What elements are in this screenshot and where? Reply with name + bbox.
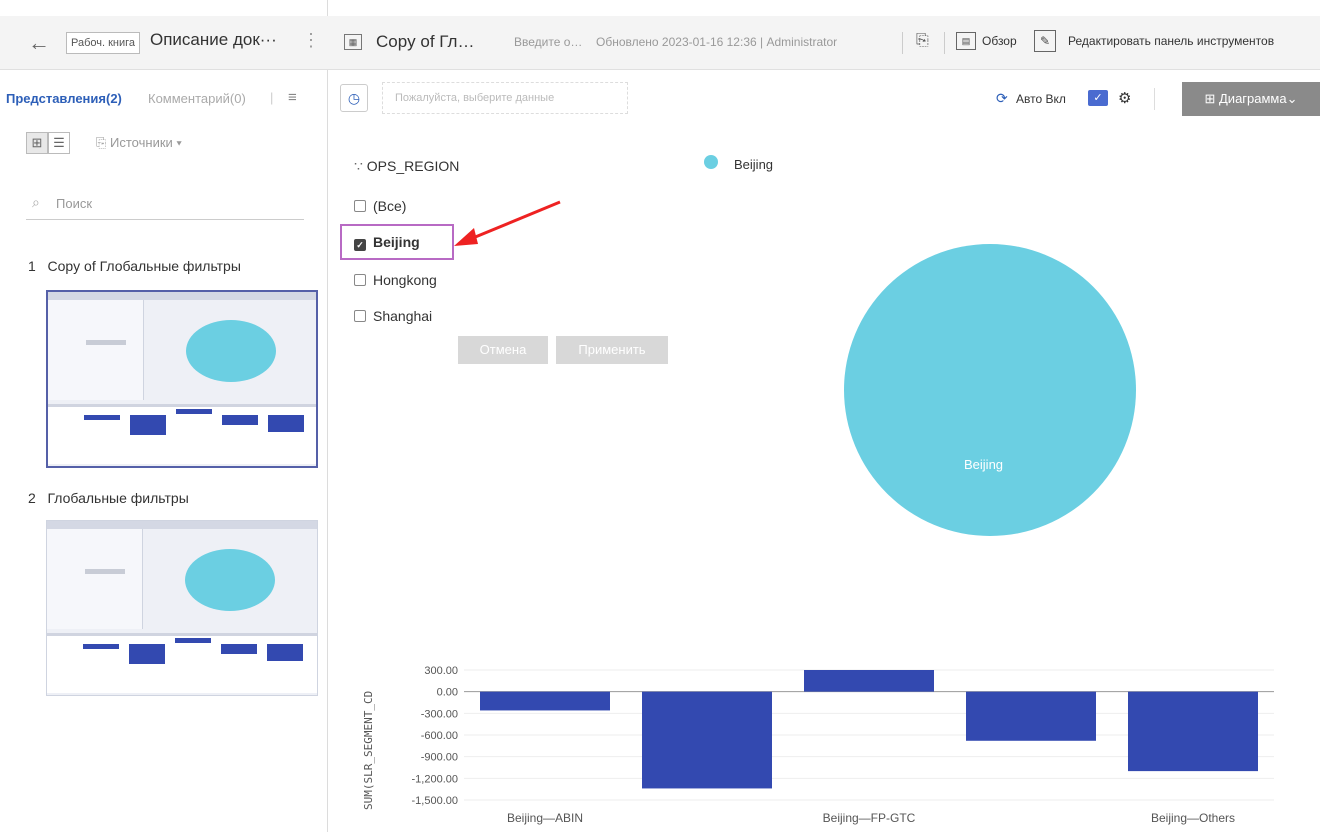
data-select[interactable]: Пожалуйста, выберите данные (382, 82, 628, 114)
filter-option-label: Shanghai (373, 308, 433, 324)
sources-icon: ⎘ (96, 135, 111, 150)
tab-views[interactable]: Представления(2) (6, 91, 122, 106)
datasource-icon[interactable]: ⎘ (916, 32, 929, 50)
filter-icon: ∵ (354, 158, 367, 174)
overview-icon[interactable]: ▤ (956, 32, 976, 50)
refresh-icon[interactable]: ⟳ (996, 90, 1008, 107)
grid-view-icon[interactable]: ⊞ (26, 132, 48, 154)
chart-button[interactable]: ⊞ Диаграмма⌄ (1182, 82, 1320, 116)
y-tick-label: 300.00 (424, 665, 458, 677)
collapse-menu-icon[interactable]: ≡ (288, 89, 297, 106)
red-arrow-annotation (454, 200, 561, 246)
filter-field-name: OPS_REGION (366, 158, 460, 174)
workbook-title[interactable]: Описание док··· (150, 30, 277, 50)
bar (966, 691, 1096, 741)
view-index: 1 (28, 258, 36, 274)
legend-swatch (704, 155, 718, 169)
pie-slice-label: Beijing (964, 457, 1004, 472)
search-input[interactable] (56, 192, 296, 214)
back-arrow-icon[interactable]: ← (28, 30, 50, 56)
auto-toggle[interactable]: ✓ (1088, 90, 1108, 106)
list-view-icon[interactable]: ☰ (48, 132, 70, 154)
view-title: Глобальные фильтры (47, 490, 189, 506)
bar (642, 691, 772, 789)
left-tabs: Представления(2) Комментарий(0) | ≡ (0, 88, 328, 112)
chart-button-label: Диаграмма (1219, 91, 1287, 106)
x-tick-label: Beijing—Others (1151, 811, 1235, 825)
edit-icon[interactable]: ✎ (1034, 30, 1056, 52)
view-index: 2 (28, 490, 36, 506)
gear-icon[interactable]: ⚙ (1118, 89, 1131, 107)
overview-button[interactable]: Обзор (982, 34, 1017, 48)
document-header: ▦ Copy of Гл… Введите о… Обновлено 2023-… (328, 16, 1320, 70)
bar (480, 691, 610, 711)
chart-add-icon: ⊞ (1204, 91, 1219, 106)
filter-option-all[interactable]: (Все) (354, 198, 406, 214)
pie-slice-beijing[interactable] (844, 244, 1136, 536)
x-tick-label: Beijing—FP-GTC (823, 811, 916, 825)
y-axis-label: SUM(SLR_SEGMENT_CD (362, 691, 375, 810)
filter-bar: ◷ Пожалуйста, выберите данные ⟳ Авто Вкл… (328, 78, 1320, 120)
workbook-header: ← Рабоч. книга Описание док··· ⋮ (0, 16, 328, 70)
more-icon[interactable]: ⋮ (302, 30, 320, 51)
y-tick-label: -900.00 (421, 752, 458, 764)
tab-comments[interactable]: Комментарий(0) (148, 91, 246, 106)
view-item-1[interactable]: 1 Copy of Глобальные фильтры (28, 258, 241, 274)
checkbox[interactable] (354, 274, 366, 286)
bar (1128, 691, 1258, 772)
app-window: ← Рабоч. книга Описание док··· ⋮ Предста… (0, 0, 1330, 832)
bar (804, 670, 934, 692)
checkbox[interactable] (354, 200, 366, 212)
y-tick-label: -600.00 (421, 730, 458, 742)
description-field[interactable]: Введите о… (514, 35, 582, 49)
highlight-box (340, 224, 454, 260)
search-box: ⌕ (26, 186, 304, 220)
sources-dropdown[interactable]: ⎘ Источники ▾ (96, 135, 182, 151)
clock-icon[interactable]: ◷ (340, 84, 368, 112)
auto-label: Авто Вкл (1016, 92, 1066, 106)
filterbar-divider (1154, 88, 1155, 110)
bar-chart: SUM(SLR_SEGMENT_CD 300.00 0.00 -300.00 -600.… (362, 665, 1274, 825)
dashboard-icon: ▦ (344, 34, 362, 50)
y-tick-label: -1,500.00 (412, 795, 458, 807)
y-tick-label: -300.00 (421, 708, 458, 720)
apply-button[interactable]: Применить (556, 336, 668, 364)
filter-field-label: ∵ OPS_REGION (354, 158, 459, 175)
edit-toolbar-button[interactable]: Редактировать панель инструментов (1068, 34, 1274, 48)
checkbox[interactable] (354, 310, 366, 322)
chevron-down-icon: ⌄ (1286, 91, 1298, 106)
tab-divider: | (270, 90, 274, 105)
filter-option-label: Hongkong (373, 272, 437, 288)
legend-label: Beijing (734, 157, 774, 172)
header-divider (902, 32, 903, 54)
workbook-tag: Рабоч. книга (66, 32, 141, 54)
header-divider (944, 32, 945, 54)
y-tick-label: -1,200.00 (412, 773, 458, 785)
left-panel: ← Рабоч. книга Описание док··· ⋮ Предста… (0, 0, 328, 832)
cancel-button[interactable]: Отмена (458, 336, 548, 364)
sources-label: Источники ▾ (110, 135, 182, 150)
view-thumbnail-1[interactable] (46, 290, 318, 468)
x-tick-label: Beijing—ABIN (507, 811, 583, 825)
y-tick-label: 0.00 (437, 687, 458, 699)
search-icon: ⌕ (32, 194, 40, 210)
view-title: Copy of Глобальные фильтры (47, 258, 241, 274)
view-item-2[interactable]: 2 Глобальные фильтры (28, 490, 189, 506)
filter-option-label: (Все) (373, 198, 407, 214)
view-thumbnail-2[interactable] (46, 520, 318, 696)
filter-option-hongkong[interactable]: Hongkong (354, 272, 437, 288)
document-title[interactable]: Copy of Гл… (376, 32, 474, 52)
updated-info: Обновлено 2023-01-16 12:36 | Administrat… (596, 35, 838, 49)
filter-option-shanghai[interactable]: Shanghai (354, 308, 432, 324)
